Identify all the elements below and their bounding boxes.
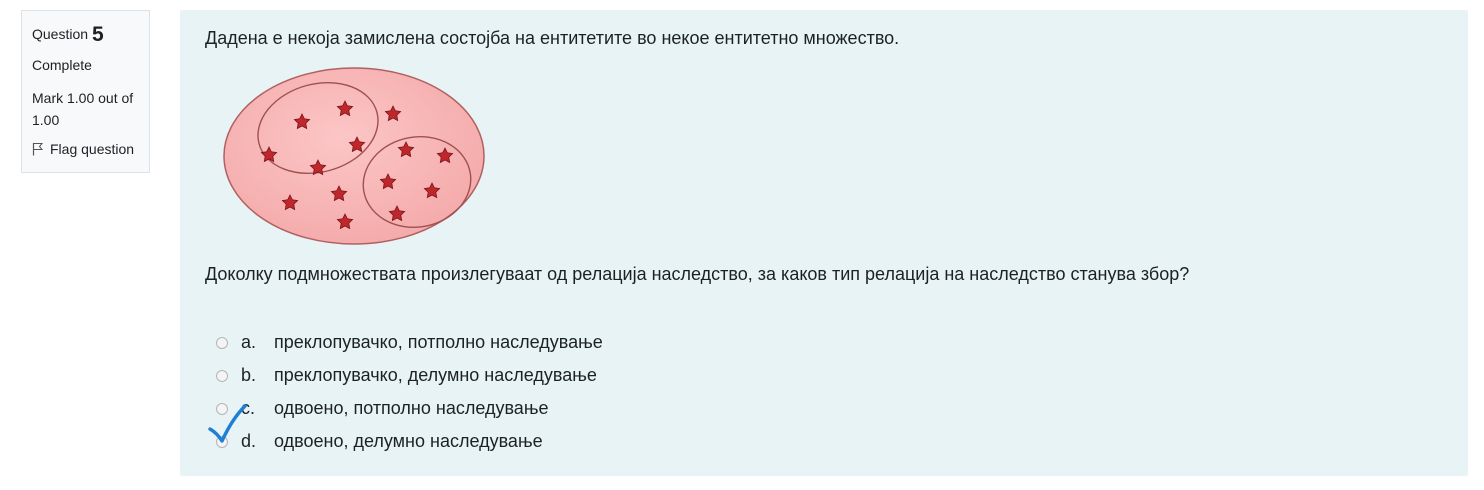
answer-text: преклопувачко, делумно наследување — [274, 365, 597, 385]
question-text: Дадена е некоја замислена состојба на ен… — [205, 28, 900, 48]
question-grade: Mark 1.00 out of 1.00 — [32, 90, 134, 128]
answer-text: преклопувачко, потполно наследување — [274, 332, 603, 352]
answer-text: одвоено, потполно наследување — [274, 398, 549, 418]
answer-letter: b. — [241, 365, 257, 385]
question-prompt: Доколку подмножествата произлегуваат од … — [205, 264, 1190, 284]
radio-b[interactable] — [216, 369, 228, 382]
answer-option-c[interactable]: c. одвоено, потполно наследување — [216, 392, 603, 425]
question-label: Question — [32, 26, 89, 42]
question-state: Complete — [32, 57, 92, 73]
question-number-value: 5 — [91, 23, 104, 46]
checkmark-icon — [208, 404, 247, 443]
answer-letter: a. — [241, 332, 257, 352]
flag-question-button[interactable]: Flag question — [32, 141, 139, 157]
answer-option-d[interactable]: d. одвоено, делумно наследување — [216, 425, 603, 458]
flag-question-label: Flag question — [50, 141, 135, 157]
question-number: Question 5 — [32, 23, 139, 47]
answer-text: одвоено, делумно наследување — [274, 431, 543, 451]
entity-set-diagram — [223, 67, 485, 245]
radio-a[interactable] — [216, 336, 228, 349]
flag-icon — [32, 143, 44, 156]
answer-list: a. преклопувачко, потполно наследување b… — [216, 326, 603, 458]
answer-option-b[interactable]: b. преклопувачко, делумно наследување — [216, 359, 603, 392]
question-info-panel: Question 5 Complete Mark 1.00 out of 1.0… — [21, 10, 150, 173]
question-content: Дадена е некоја замислена состојба на ен… — [180, 10, 1468, 476]
answer-option-a[interactable]: a. преклопувачко, потполно наследување — [216, 326, 603, 359]
